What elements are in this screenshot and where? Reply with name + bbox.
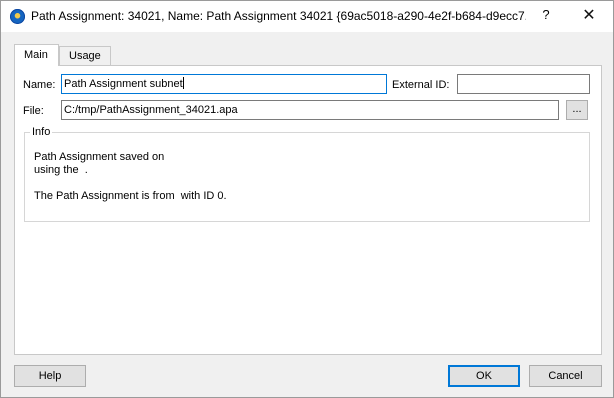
file-label: File: — [23, 105, 44, 117]
title-bar: Path Assignment: 34021, Name: Path Assig… — [1, 1, 613, 32]
app-icon — [10, 9, 25, 24]
cancel-button[interactable]: Cancel — [529, 365, 602, 387]
external-id-field[interactable] — [457, 74, 590, 94]
info-using-line: using the . — [34, 164, 88, 176]
window-title: Path Assignment: 34021, Name: Path Assig… — [31, 9, 526, 23]
info-groupbox — [24, 132, 590, 222]
info-origin-line: The Path Assignment is from with ID 0. — [34, 190, 227, 202]
browse-button[interactable]: ... — [566, 100, 588, 120]
file-field[interactable]: C:/tmp/PathAssignment_34021.apa — [61, 100, 559, 120]
ok-button[interactable]: OK — [448, 365, 520, 387]
name-label: Name: — [23, 79, 56, 91]
help-question-icon[interactable]: ? — [538, 7, 554, 25]
info-group-title: Info — [30, 126, 53, 138]
help-button[interactable]: Help — [14, 365, 86, 387]
name-field-value: Path Assignment subnet — [64, 78, 183, 90]
file-field-value: C:/tmp/PathAssignment_34021.apa — [64, 104, 238, 116]
name-field[interactable]: Path Assignment subnet — [61, 74, 387, 94]
path-assignment-dialog: Path Assignment: 34021, Name: Path Assig… — [0, 0, 614, 398]
tab-main[interactable]: Main — [14, 44, 59, 66]
close-icon[interactable]: ✕ — [577, 6, 601, 26]
external-id-label: External ID: — [392, 79, 450, 91]
tab-usage[interactable]: Usage — [59, 46, 111, 65]
info-saved-line: Path Assignment saved on — [34, 151, 165, 163]
text-caret — [182, 77, 184, 89]
